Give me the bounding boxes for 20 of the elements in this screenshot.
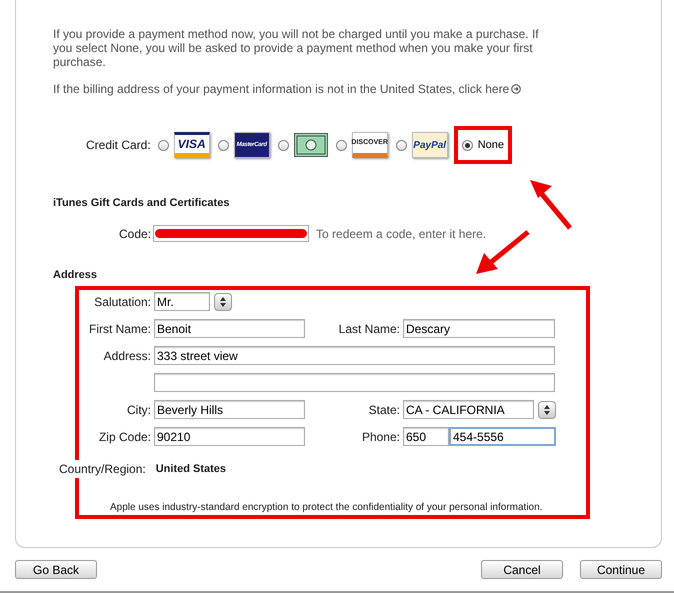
info-paragraph: If you provide a payment method now, you will not be charged until you make a purchase. If you select None, you will be asked to provide a payment method when you make your first purchase. (53, 27, 540, 69)
section-heading: iTunes Gift Cards and Certificates (53, 196, 230, 211)
field-label: Zip Code: (98, 428, 152, 446)
field-label: Country/Region: (59, 460, 146, 478)
field-label: State: (368, 402, 401, 418)
section-heading: Address (53, 268, 98, 282)
field-hint: To redeem a code, enter it here. (316, 226, 486, 242)
field-label: Address: (102, 348, 152, 364)
card-logo: VISA (174, 132, 210, 158)
field-label: Credit Card: (86, 137, 151, 154)
field-label: Code: (119, 226, 152, 242)
country-value: United States (156, 462, 226, 477)
field-label: Salutation: (93, 294, 152, 310)
card-logo: PayPal (412, 132, 448, 158)
field-label: Phone: (360, 428, 401, 446)
field-label: Last Name: (338, 320, 401, 338)
field-label: First Name: (88, 320, 152, 338)
privacy-note: Apple uses industry-standard encryption to protect the confidentiality of your personal information. (110, 501, 544, 515)
option-label: None (478, 138, 504, 153)
field-label: City: (126, 402, 152, 418)
